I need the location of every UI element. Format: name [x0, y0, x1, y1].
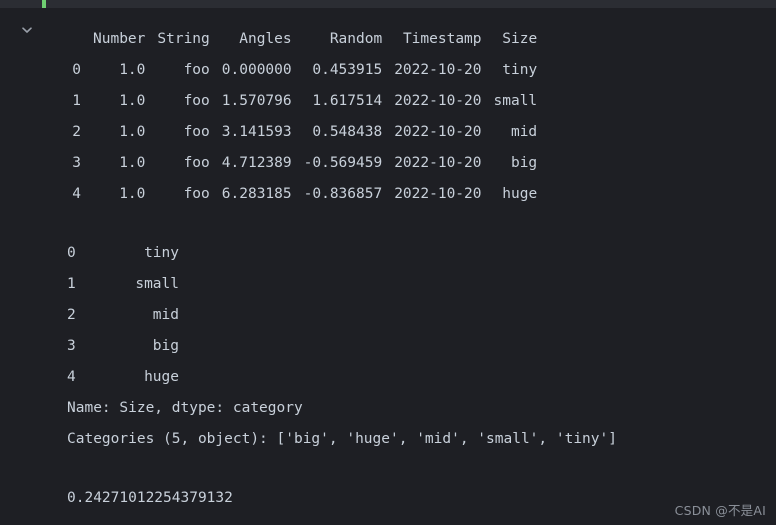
- cell-string: foo: [183, 62, 210, 78]
- dataframe-header-row: Number String Angles Random Timestamp Si…: [67, 24, 537, 55]
- cell-angles: 3.141593: [221, 124, 292, 140]
- series-index: 0: [67, 245, 76, 261]
- cell-size: huge: [502, 186, 538, 202]
- dataframe-column-header: Timestamp: [402, 31, 482, 47]
- cell-random: 1.617514: [312, 93, 383, 109]
- cell-angles: 6.283185: [221, 186, 292, 202]
- scalar-output: 0.24271012254379132: [0, 483, 776, 514]
- cell-timestamp: 2022-10-20: [394, 155, 482, 171]
- dataframe-column-header: Number: [93, 31, 146, 47]
- series-categories-line: Categories (5, object): ['big', 'huge', …: [67, 431, 617, 447]
- cell-size: mid: [510, 124, 538, 140]
- watermark: CSDN @不是AI: [674, 503, 766, 518]
- series-value: tiny: [144, 245, 179, 261]
- series-index: 2: [67, 307, 76, 323]
- cell-string: foo: [183, 124, 210, 140]
- cell-angles: 1.570796: [221, 93, 292, 109]
- cell-random: 0.548438: [312, 124, 383, 140]
- cell-number: 1.0: [119, 93, 146, 109]
- console-output-area: Number String Angles Random Timestamp Si…: [0, 8, 776, 525]
- list-item: 1 small: [67, 269, 179, 300]
- series-index: 3: [67, 338, 76, 354]
- series-value: mid: [152, 307, 179, 323]
- series-table: 0 tiny 1 small 2 mid 3 big 4 huge: [67, 238, 179, 393]
- dataframe-column-header: String: [157, 31, 210, 47]
- table-row: 0 1.0 foo 0.000000 0.453915 2022-10-20 t…: [67, 55, 537, 86]
- series-name-dtype-line: Name: Size, dtype: category: [67, 400, 303, 416]
- editor-top-strip: [0, 0, 776, 8]
- cell-random: -0.836857: [303, 186, 383, 202]
- cell-number: 1.0: [119, 124, 146, 140]
- list-item: 4 huge: [67, 362, 179, 393]
- cell-string: foo: [183, 93, 210, 109]
- cell-number: 1.0: [119, 186, 146, 202]
- cell-string: foo: [183, 155, 210, 171]
- dataframe-output: Number String Angles Random Timestamp Si…: [0, 24, 776, 210]
- list-item: 3 big: [67, 331, 179, 362]
- cell-string: foo: [183, 186, 210, 202]
- cell-timestamp: 2022-10-20: [394, 186, 482, 202]
- list-item: 0 tiny: [67, 238, 179, 269]
- list-item: 2 mid: [67, 300, 179, 331]
- cell-timestamp: 2022-10-20: [394, 62, 482, 78]
- cell-timestamp: 2022-10-20: [394, 124, 482, 140]
- series-index: 4: [67, 369, 76, 385]
- dataframe-table: Number String Angles Random Timestamp Si…: [67, 24, 537, 210]
- table-row: 4 1.0 foo 6.283185 -0.836857 2022-10-20 …: [67, 179, 537, 210]
- series-value: big: [152, 338, 179, 354]
- table-row: 3 1.0 foo 4.712389 -0.569459 2022-10-20 …: [67, 148, 537, 179]
- cell-angles: 4.712389: [221, 155, 292, 171]
- cell-random: 0.453915: [312, 62, 383, 78]
- scalar-value: 0.24271012254379132: [67, 490, 233, 506]
- dataframe-column-header: Random: [329, 31, 383, 47]
- row-index: 0: [72, 62, 81, 78]
- cell-timestamp: 2022-10-20: [394, 93, 482, 109]
- dataframe-column-header: Angles: [239, 31, 292, 47]
- row-index: 2: [72, 124, 81, 140]
- table-row: 2 1.0 foo 3.141593 0.548438 2022-10-20 m…: [67, 117, 537, 148]
- series-value: huge: [144, 369, 179, 385]
- table-row: 1 1.0 foo 1.570796 1.617514 2022-10-20 s…: [67, 86, 537, 117]
- execution-marker: [42, 0, 46, 8]
- series-index: 1: [67, 276, 76, 292]
- row-index: 4: [72, 186, 81, 202]
- row-index: 3: [72, 155, 81, 171]
- cell-number: 1.0: [119, 155, 146, 171]
- series-output: 0 tiny 1 small 2 mid 3 big 4 huge Name: …: [0, 238, 776, 455]
- cell-random: -0.569459: [303, 155, 383, 171]
- row-index: 1: [72, 93, 81, 109]
- series-value: small: [135, 276, 179, 292]
- cell-size: small: [493, 93, 538, 109]
- cell-size: big: [510, 155, 538, 171]
- dataframe-column-header: Size: [502, 31, 538, 47]
- cell-number: 1.0: [119, 62, 146, 78]
- cell-size: tiny: [502, 62, 538, 78]
- cell-angles: 0.000000: [221, 62, 292, 78]
- dataframe-index-header: [67, 24, 81, 55]
